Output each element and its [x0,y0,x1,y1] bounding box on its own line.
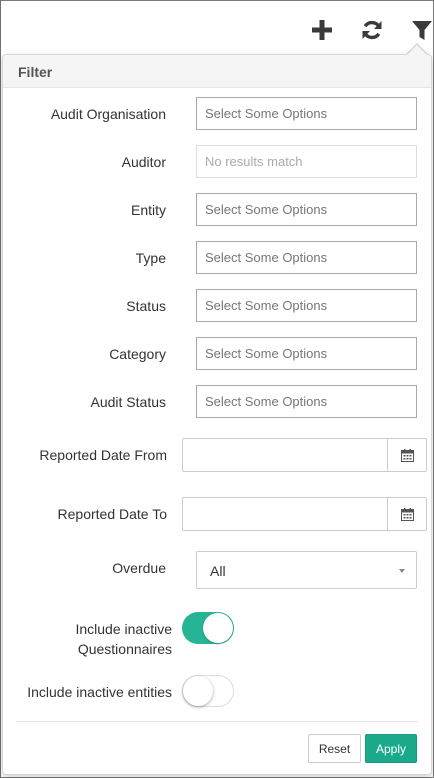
toggle-knob [203,613,233,643]
label-line-2: Questionnaires [77,641,172,657]
include-inactive-entities-label: Include inactive entities [27,684,172,700]
auditor-label: Auditor [121,154,166,170]
status-select[interactable]: Select Some Options [196,289,417,322]
reported-date-to-field [182,497,427,531]
include-inactive-questionnaires-toggle[interactable] [182,612,234,644]
type-label: Type [135,250,166,266]
panel-title: Filter [18,64,53,80]
audit-organisation-select[interactable]: Select Some Options [196,97,417,130]
category-label: Category [109,346,166,362]
entity-select[interactable]: Select Some Options [196,193,417,226]
include-inactive-questionnaires-label: Include inactive Questionnaires [75,619,172,659]
window-edge [0,0,1,778]
footer-divider [16,721,418,722]
reported-date-from-input[interactable] [183,439,388,471]
reported-date-to-label: Reported Date To [57,506,167,522]
overdue-label: Overdue [112,560,166,576]
label-line-1: Include inactive [75,621,172,637]
chevron-down-icon [399,569,405,573]
overdue-value: All [210,563,226,579]
status-label: Status [126,298,166,314]
audit-status-label: Audit Status [90,394,167,410]
refresh-icon[interactable] [358,16,386,44]
plus-icon[interactable] [308,16,336,44]
include-inactive-entities-toggle[interactable] [182,675,234,707]
entity-label: Entity [130,202,166,218]
calendar-icon[interactable] [387,439,426,471]
audit-status-select[interactable]: Select Some Options [196,385,417,418]
apply-button[interactable]: Apply [365,734,417,763]
reported-date-from-field [182,438,427,472]
calendar-icon[interactable] [387,498,426,530]
reported-date-from-label: Reported Date From [39,447,167,463]
overdue-select[interactable]: All [196,551,417,589]
panel-header: Filter [3,55,431,88]
toggle-knob [183,676,213,706]
filter-icon[interactable] [408,16,434,44]
audit-organisation-label: Audit Organisation [50,106,166,122]
popover-arrow-fill [407,45,427,55]
reported-date-to-input[interactable] [183,498,388,530]
auditor-select[interactable]: No results match [196,145,417,178]
category-select[interactable]: Select Some Options [196,337,417,370]
reset-button[interactable]: Reset [308,734,361,763]
type-select[interactable]: Select Some Options [196,241,417,274]
